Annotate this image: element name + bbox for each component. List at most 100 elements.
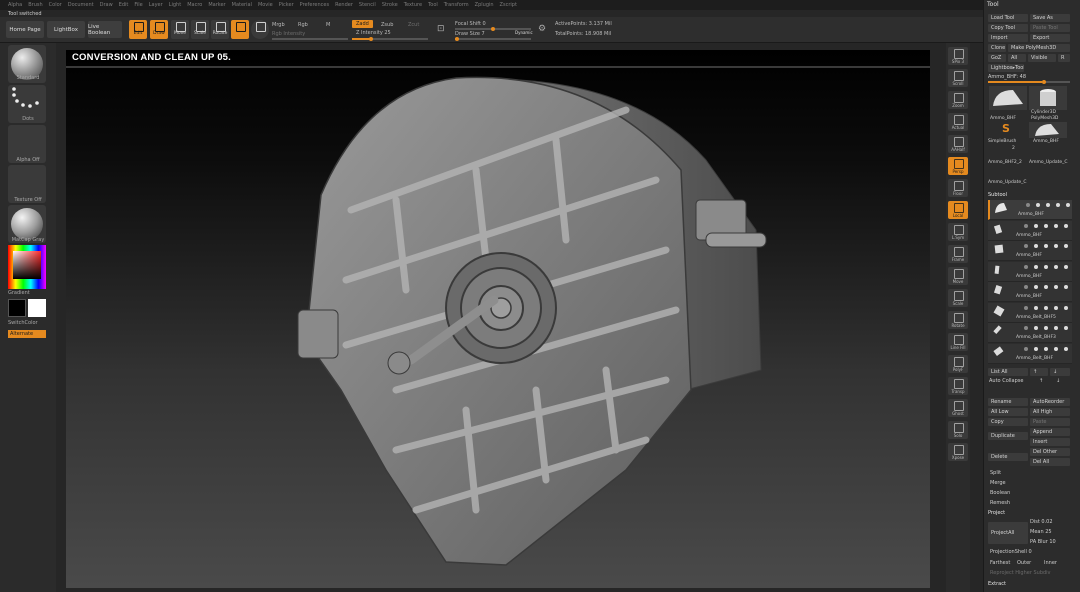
tool-thumb-simplebrush[interactable]: S bbox=[989, 122, 1027, 138]
subtool-toggle-icon[interactable] bbox=[1044, 305, 1048, 310]
subtool-toggle-icon[interactable] bbox=[1024, 285, 1028, 289]
document-canvas[interactable]: CONVERSION AND CLEAN UP 05. bbox=[66, 50, 930, 588]
color-sphere-button[interactable] bbox=[251, 20, 269, 39]
color-square[interactable] bbox=[13, 251, 41, 279]
menu-item-transform[interactable]: Transform bbox=[444, 2, 469, 8]
menu-item-texture[interactable]: Texture bbox=[404, 2, 422, 8]
copy-subtool-button[interactable]: Copy bbox=[988, 418, 1028, 426]
subtool-toggle-icon[interactable] bbox=[1034, 223, 1038, 228]
menu-item-picker[interactable]: Picker bbox=[279, 2, 294, 8]
menu-item-render[interactable]: Render bbox=[335, 2, 353, 8]
move-down-icon[interactable]: ↓ bbox=[1056, 378, 1060, 384]
draw-size-slider[interactable] bbox=[455, 37, 531, 41]
current-tool-slider[interactable]: Ammo_BHF: 48 bbox=[988, 74, 1026, 80]
brush-settings-icon[interactable]: ⚙ bbox=[538, 24, 546, 34]
secondary-color-swatch[interactable] bbox=[8, 299, 26, 317]
autoreorder-button[interactable]: AutoReorder bbox=[1030, 398, 1070, 406]
boolean-menu[interactable]: Boolean bbox=[990, 490, 1010, 496]
rgb-intensity-slider[interactable] bbox=[272, 38, 348, 40]
move-mode-button[interactable]: Move bbox=[171, 20, 189, 39]
merge-menu[interactable]: Merge bbox=[990, 480, 1006, 486]
subtool-toggle-icon[interactable] bbox=[1034, 244, 1038, 248]
all-low-button[interactable]: All Low bbox=[988, 408, 1028, 416]
live-boolean-button[interactable]: Live Boolean bbox=[88, 21, 122, 38]
shelf-button-actual[interactable]: Actual bbox=[948, 113, 968, 131]
subtool-toggle-icon[interactable] bbox=[1044, 285, 1048, 289]
delete-button[interactable]: Delete bbox=[988, 453, 1028, 461]
visibility-eye-icon[interactable] bbox=[1064, 285, 1068, 289]
subtool-toggle-icon[interactable] bbox=[1044, 264, 1048, 269]
make-polymesh-button[interactable]: Make PolyMesh3D bbox=[1008, 44, 1070, 52]
menu-item-light[interactable]: Light bbox=[169, 2, 181, 8]
shelf-button-persp[interactable]: Persp bbox=[948, 157, 968, 175]
shelf-button-polyf[interactable]: PolyF bbox=[948, 355, 968, 373]
insert-button[interactable]: Insert bbox=[1030, 438, 1070, 446]
subtool-toggle-icon[interactable] bbox=[1044, 244, 1048, 248]
shelf-button-l-sym[interactable]: L.Sym bbox=[948, 223, 968, 241]
menu-item-marker[interactable]: Marker bbox=[208, 2, 225, 8]
tool-thumb-cylinder[interactable] bbox=[1029, 86, 1067, 110]
clone-button[interactable]: Clone bbox=[988, 44, 1006, 52]
subtool-toggle-icon[interactable] bbox=[1054, 326, 1058, 330]
auto-collapse-button[interactable]: Auto Collapse bbox=[989, 378, 1023, 384]
subtool-toggle-icon[interactable] bbox=[1046, 203, 1050, 207]
subtool-toggle-icon[interactable] bbox=[1024, 223, 1028, 228]
subtool-toggle-icon[interactable] bbox=[1056, 203, 1060, 207]
switch-color-button[interactable]: SwitchColor bbox=[0, 320, 56, 326]
dist-slider[interactable]: Dist 0.02 bbox=[1030, 519, 1053, 525]
scale-mode-button[interactable]: Scale bbox=[191, 20, 209, 39]
project-all-button[interactable]: ProjectAll bbox=[988, 522, 1028, 544]
subtool-toggle-icon[interactable] bbox=[1054, 285, 1058, 289]
shelf-button-aahalf[interactable]: AAHalf bbox=[948, 135, 968, 153]
subtool-toggle-icon[interactable] bbox=[1024, 244, 1028, 248]
subtool-toggle-icon[interactable] bbox=[1034, 346, 1038, 351]
menu-item-stencil[interactable]: Stencil bbox=[359, 2, 376, 8]
z-intensity-slider[interactable] bbox=[352, 37, 428, 41]
subtool-header[interactable]: Subtool bbox=[988, 192, 1007, 198]
shelf-button-local[interactable]: Local bbox=[948, 201, 968, 219]
subtool-toggle-icon[interactable] bbox=[1036, 203, 1040, 207]
subtool-row[interactable]: Ammo_BHF bbox=[988, 282, 1072, 302]
subtool-row[interactable]: Ammo_BHF bbox=[988, 220, 1072, 241]
home-page-button[interactable]: Home Page bbox=[6, 21, 44, 38]
project-menu[interactable]: Project bbox=[988, 510, 1005, 516]
menu-item-material[interactable]: Material bbox=[232, 2, 252, 8]
shelf-button-rotate[interactable]: Rotate bbox=[948, 311, 968, 329]
remesh-menu[interactable]: Remesh bbox=[990, 500, 1010, 506]
subtool-toggle-icon[interactable] bbox=[1034, 264, 1038, 269]
subtool-toggle-icon[interactable] bbox=[1026, 203, 1030, 207]
tool-thumb-ammo[interactable] bbox=[989, 86, 1027, 110]
goz-button[interactable]: GoZ bbox=[988, 54, 1006, 62]
shelf-button-floor[interactable]: Floor bbox=[948, 179, 968, 197]
edit-mode-button[interactable]: Edit bbox=[129, 20, 147, 39]
alternate-button[interactable]: Alternate bbox=[8, 330, 46, 338]
rotate-mode-button[interactable]: Rotate bbox=[211, 20, 229, 39]
arrow-down-icon[interactable]: ↓ bbox=[1050, 368, 1070, 376]
visibility-eye-icon[interactable] bbox=[1064, 223, 1068, 228]
subtool-row[interactable]: Ammo_BHF bbox=[988, 261, 1072, 282]
shelf-button-xpose[interactable]: Xpose bbox=[948, 443, 968, 461]
farthest-button[interactable]: Farthest bbox=[990, 560, 1010, 566]
goz-all-button[interactable]: All bbox=[1008, 54, 1026, 62]
outer-button[interactable]: Outer bbox=[1017, 560, 1031, 566]
subtool-toggle-icon[interactable] bbox=[1034, 326, 1038, 330]
subtool-toggle-icon[interactable] bbox=[1034, 285, 1038, 289]
menu-item-document[interactable]: Document bbox=[68, 2, 94, 8]
subtool-toggle-icon[interactable] bbox=[1034, 305, 1038, 310]
menu-item-brush[interactable]: Brush bbox=[28, 2, 42, 8]
menu-item-zscript[interactable]: Zscript bbox=[500, 2, 517, 8]
visibility-eye-icon[interactable] bbox=[1064, 244, 1068, 248]
shelf-button-scroll[interactable]: Scroll bbox=[948, 69, 968, 87]
subtool-toggle-icon[interactable] bbox=[1024, 346, 1028, 351]
inner-button[interactable]: Inner bbox=[1044, 560, 1057, 566]
subtool-toggle-icon[interactable] bbox=[1024, 264, 1028, 269]
subtool-toggle-icon[interactable] bbox=[1044, 346, 1048, 351]
menu-item-stroke[interactable]: Stroke bbox=[382, 2, 398, 8]
visibility-eye-icon[interactable] bbox=[1066, 203, 1070, 207]
export-button[interactable]: Export bbox=[1030, 34, 1070, 42]
menu-item-preferences[interactable]: Preferences bbox=[300, 2, 329, 8]
lightbox-button[interactable]: LightBox bbox=[47, 21, 85, 38]
subtool-toggle-icon[interactable] bbox=[1044, 223, 1048, 228]
all-high-button[interactable]: All High bbox=[1030, 408, 1070, 416]
pa-blur-slider[interactable]: PA Blur 10 bbox=[1030, 539, 1056, 545]
